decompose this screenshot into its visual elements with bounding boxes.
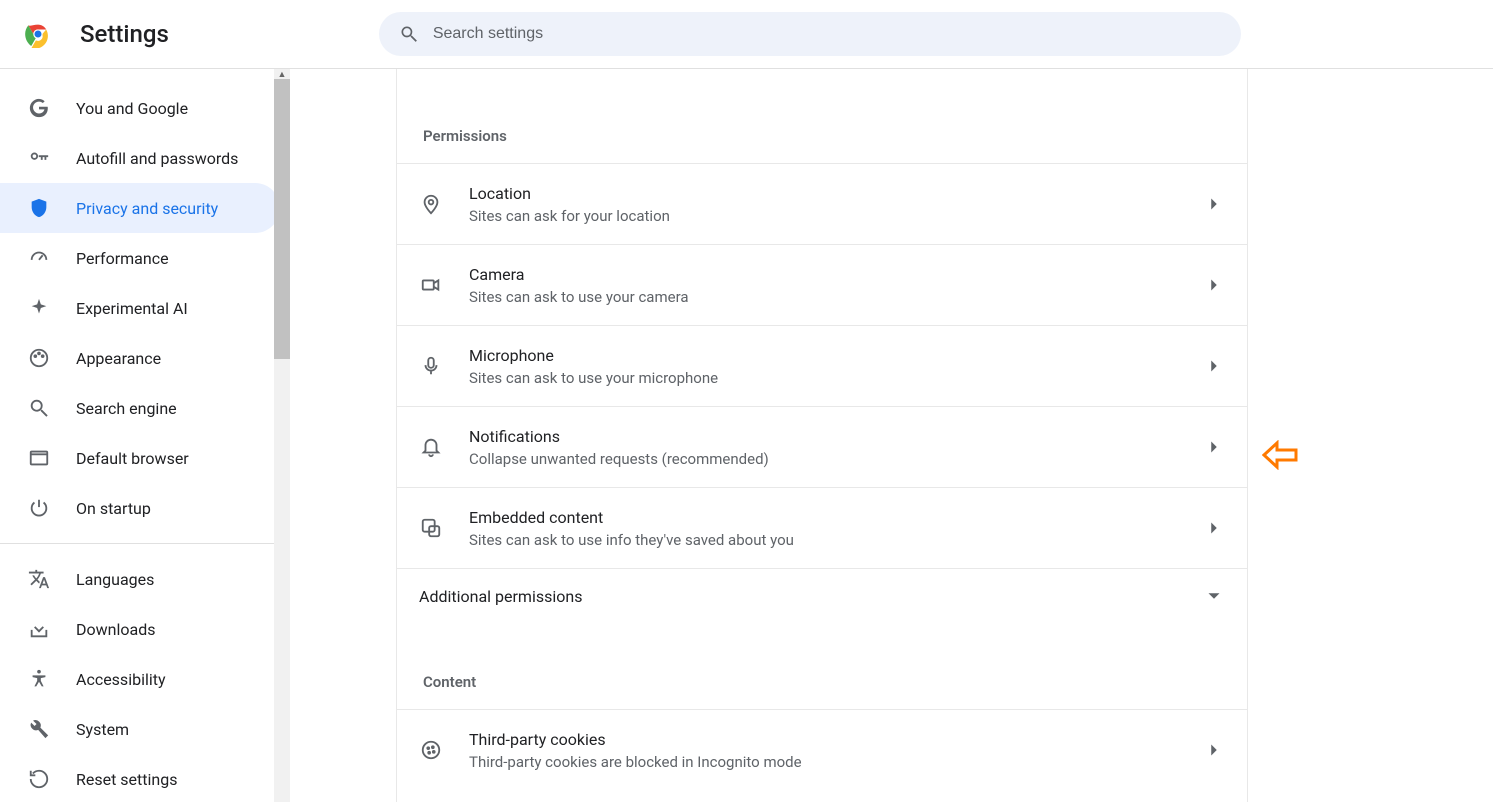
- translate-icon: [28, 568, 50, 590]
- power-icon: [28, 497, 50, 519]
- row-sub: Sites can ask to use info they've saved …: [469, 531, 1203, 549]
- sidebar-item-label: Appearance: [76, 349, 161, 368]
- chevron-right-icon: [1203, 436, 1225, 458]
- camera-icon: [419, 273, 443, 297]
- sidebar-divider: [0, 543, 290, 544]
- palette-icon: [28, 347, 50, 369]
- permission-notifications[interactable]: Notifications Collapse unwanted requests…: [397, 406, 1247, 487]
- scroll-up-icon[interactable]: ▲: [274, 69, 290, 79]
- row-title: Notifications: [469, 427, 1203, 446]
- content-heading: Content: [397, 623, 1247, 709]
- sidebar-item-label: Reset settings: [76, 770, 177, 789]
- sidebar: ▲ You and Google Autofill and passwords …: [0, 69, 290, 802]
- sidebar-item-label: Languages: [76, 570, 154, 589]
- location-icon: [419, 192, 443, 216]
- shield-icon: [28, 197, 50, 219]
- scrollbar-thumb[interactable]: [274, 79, 290, 359]
- content-third-party-cookies[interactable]: Third-party cookies Third-party cookies …: [397, 709, 1247, 790]
- annotation-arrow-icon: [1262, 440, 1298, 470]
- permission-embedded-content[interactable]: Embedded content Sites can ask to use in…: [397, 487, 1247, 568]
- chevron-right-icon: [1203, 517, 1225, 539]
- wrench-icon: [28, 718, 50, 740]
- cookie-icon: [419, 738, 443, 762]
- sidebar-item-label: Performance: [76, 249, 169, 268]
- microphone-icon: [419, 354, 443, 378]
- sidebar-item-label: Autofill and passwords: [76, 149, 238, 168]
- sidebar-item-you-and-google[interactable]: You and Google: [0, 83, 280, 133]
- sidebar-item-default-browser[interactable]: Default browser: [0, 433, 280, 483]
- permissions-heading: Permissions: [397, 69, 1247, 163]
- sidebar-scrollbar[interactable]: ▲: [274, 69, 290, 802]
- accessibility-icon: [28, 668, 50, 690]
- sidebar-item-experimental-ai[interactable]: Experimental AI: [0, 283, 280, 333]
- sidebar-item-label: Search engine: [76, 399, 177, 418]
- row-sub: Sites can ask to use your camera: [469, 288, 1203, 306]
- sidebar-item-label: Experimental AI: [76, 299, 188, 318]
- bell-icon: [419, 435, 443, 459]
- window-icon: [28, 447, 50, 469]
- sidebar-item-label: Accessibility: [76, 670, 166, 689]
- sidebar-item-search-engine[interactable]: Search engine: [0, 383, 280, 433]
- sidebar-item-reset-settings[interactable]: Reset settings: [0, 754, 280, 802]
- row-sub: Sites can ask for your location: [469, 207, 1203, 225]
- sidebar-item-autofill[interactable]: Autofill and passwords: [0, 133, 280, 183]
- sidebar-item-accessibility[interactable]: Accessibility: [0, 654, 280, 704]
- row-sub: Collapse unwanted requests (recommended): [469, 450, 1203, 468]
- sidebar-item-label: On startup: [76, 499, 151, 518]
- page-title: Settings: [80, 20, 169, 48]
- search-icon: [28, 397, 50, 419]
- sidebar-item-downloads[interactable]: Downloads: [0, 604, 280, 654]
- sidebar-item-languages[interactable]: Languages: [0, 554, 280, 604]
- search-input[interactable]: [433, 25, 1221, 43]
- expand-label: Additional permissions: [419, 587, 582, 606]
- permission-microphone[interactable]: Microphone Sites can ask to use your mic…: [397, 325, 1247, 406]
- additional-permissions-expand[interactable]: Additional permissions: [397, 568, 1247, 623]
- chevron-right-icon: [1203, 274, 1225, 296]
- permission-location[interactable]: Location Sites can ask for your location: [397, 163, 1247, 244]
- row-sub: Sites can ask to use your microphone: [469, 369, 1203, 387]
- row-title: Embedded content: [469, 508, 1203, 527]
- sidebar-item-label: System: [76, 720, 129, 739]
- chevron-right-icon: [1203, 355, 1225, 377]
- row-title: Third-party cookies: [469, 730, 1203, 749]
- sidebar-item-label: You and Google: [76, 99, 188, 118]
- row-sub: Third-party cookies are blocked in Incog…: [469, 753, 1203, 771]
- row-title: Microphone: [469, 346, 1203, 365]
- google-g-icon: [28, 97, 50, 119]
- chrome-logo-icon: [24, 20, 52, 48]
- sidebar-item-label: Default browser: [76, 449, 189, 468]
- sidebar-item-privacy-security[interactable]: Privacy and security: [0, 183, 280, 233]
- chevron-right-icon: [1203, 739, 1225, 761]
- row-title: Camera: [469, 265, 1203, 284]
- app-header: Settings: [0, 0, 1493, 69]
- download-icon: [28, 618, 50, 640]
- sidebar-item-system[interactable]: System: [0, 704, 280, 754]
- sparkle-icon: [28, 297, 50, 319]
- permission-camera[interactable]: Camera Sites can ask to use your camera: [397, 244, 1247, 325]
- sidebar-item-on-startup[interactable]: On startup: [0, 483, 280, 533]
- key-icon: [28, 147, 50, 169]
- chevron-right-icon: [1203, 193, 1225, 215]
- speedometer-icon: [28, 247, 50, 269]
- sidebar-item-performance[interactable]: Performance: [0, 233, 280, 283]
- chevron-down-icon: [1203, 585, 1225, 607]
- reset-icon: [28, 768, 50, 790]
- main-content: Permissions Location Sites can ask for y…: [290, 69, 1493, 802]
- sidebar-item-label: Privacy and security: [76, 199, 218, 218]
- embedded-icon: [419, 516, 443, 540]
- sidebar-item-appearance[interactable]: Appearance: [0, 333, 280, 383]
- sidebar-item-label: Downloads: [76, 620, 155, 639]
- search-icon: [399, 24, 433, 44]
- search-settings[interactable]: [379, 12, 1241, 56]
- row-title: Location: [469, 184, 1203, 203]
